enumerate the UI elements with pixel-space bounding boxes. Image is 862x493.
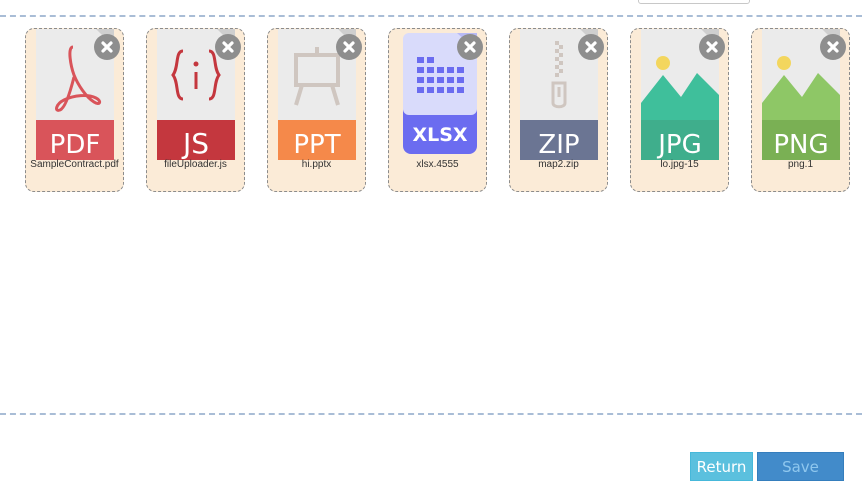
file-card-ppt: PPT hi.pptx xyxy=(267,28,366,192)
return-button[interactable]: Return xyxy=(690,452,753,481)
close-icon xyxy=(585,41,597,53)
zip-badge-text: ZIP xyxy=(538,130,579,160)
file-card-png: PNG png.1 xyxy=(751,28,850,192)
remove-file-button[interactable] xyxy=(94,34,120,60)
file-card-zip: ZIP map2.zip xyxy=(509,28,608,192)
file-name: SampleContract.pdf xyxy=(30,159,119,170)
remove-file-button[interactable] xyxy=(820,34,846,60)
file-name: xlsx.4555 xyxy=(416,159,459,170)
file-name: png.1 xyxy=(787,159,814,170)
close-icon xyxy=(101,41,113,53)
file-card-pdf: PDF SampleContract.pdf xyxy=(25,28,124,192)
ppt-badge-text: PPT xyxy=(293,130,340,160)
close-icon xyxy=(706,41,718,53)
remove-file-button[interactable] xyxy=(457,34,483,60)
save-button[interactable]: Save xyxy=(757,452,844,481)
close-icon xyxy=(827,41,839,53)
pdf-badge-text: PDF xyxy=(50,130,101,160)
png-badge-text: PNG xyxy=(773,130,828,160)
close-icon xyxy=(222,41,234,53)
upload-area-bottom-border xyxy=(0,413,862,415)
js-badge-text: JS xyxy=(181,127,209,160)
file-card-jpg: JPG lo.jpg-15 xyxy=(630,28,729,192)
file-list: PDF SampleContract.pdf JS fileUploader.j… xyxy=(25,28,855,194)
file-card-xlsx: XLSX xlsx.4555 xyxy=(388,28,487,192)
file-name: hi.pptx xyxy=(301,159,332,170)
remove-file-button[interactable] xyxy=(578,34,604,60)
remove-file-button[interactable] xyxy=(699,34,725,60)
file-name: fileUploader.js xyxy=(164,159,227,170)
jpg-badge-text: JPG xyxy=(656,130,702,160)
file-name: map2.zip xyxy=(538,159,579,170)
xlsx-badge-text: XLSX xyxy=(412,124,467,146)
top-select-box[interactable] xyxy=(638,0,750,4)
close-icon xyxy=(343,41,355,53)
close-icon xyxy=(464,41,476,53)
file-name: lo.jpg-15 xyxy=(660,159,699,170)
file-card-js: JS fileUploader.js xyxy=(146,28,245,192)
remove-file-button[interactable] xyxy=(215,34,241,60)
remove-file-button[interactable] xyxy=(336,34,362,60)
upload-area-top-border xyxy=(0,15,862,17)
